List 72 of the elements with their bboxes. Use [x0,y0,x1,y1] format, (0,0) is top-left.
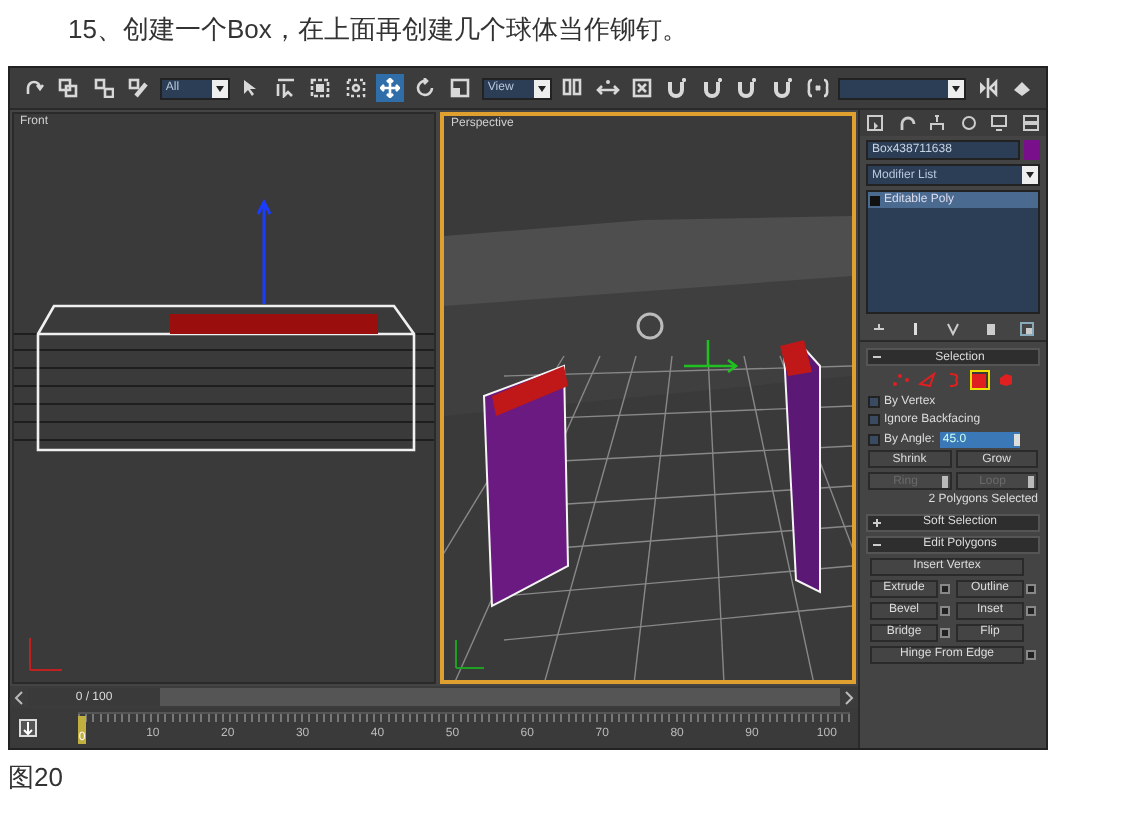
named-selection-dropdown[interactable] [838,77,966,99]
dropdown-arrow-icon [533,79,550,97]
fork-icon[interactable] [945,321,960,335]
plus-icon [872,517,882,527]
settings-button[interactable] [1026,605,1036,615]
toolbar-button[interactable] [307,74,334,102]
move-icon [380,78,401,98]
figure-caption: 图20 [6,764,65,790]
dropdown-arrow-icon [947,79,964,97]
hierarchy-icon[interactable] [928,114,947,132]
element-icon [997,372,1013,388]
scale-icon [450,78,471,98]
square-icon [870,195,880,205]
object-color-swatch[interactable] [1024,140,1040,160]
rectangle-select-icon [310,78,331,98]
magnet-icon [771,78,794,98]
checkbox[interactable] [868,433,880,445]
toolbar-button[interactable] [664,74,691,102]
toolbar-button[interactable] [89,74,117,102]
key-filter-icon[interactable] [18,718,38,738]
next-frame-icon[interactable] [842,689,854,705]
polygon-icon [972,373,986,387]
cursor-icon[interactable] [866,114,885,132]
toolbar-button[interactable] [54,74,82,102]
trash-icon[interactable] [983,321,998,335]
stack-icon[interactable] [1021,114,1040,132]
toolbar-button[interactable] [768,74,796,102]
magnet-icon [666,78,689,98]
border-icon [945,372,961,388]
toolbar-button[interactable] [446,74,474,102]
step-heading: 15、创建一个Box，在上面再创建几个球体当作铆钉。 [66,12,690,48]
link-icon [58,78,79,98]
dropdown-arrow-icon [1022,166,1038,184]
redo-icon [23,78,44,98]
rotate-icon [415,78,436,98]
braces-icon [805,78,830,98]
monitor-icon[interactable] [990,114,1009,132]
checkbox[interactable] [868,414,880,426]
minus-icon [872,539,882,549]
arc-icon[interactable] [897,114,916,132]
settings-button[interactable] [940,583,950,593]
toolbar-button[interactable] [124,74,152,102]
settings-button[interactable] [940,627,950,637]
toolbar-button[interactable] [272,74,300,102]
toolbar-button[interactable] [698,74,726,102]
dropdown-arrow-icon [211,79,228,97]
circle-icon[interactable] [959,114,978,132]
settings-button[interactable] [940,605,950,615]
toolbar-button[interactable] [342,74,369,102]
previous-frame-icon[interactable] [14,689,26,705]
checkbox[interactable] [868,395,880,407]
minus-icon [872,352,882,362]
toolbar-button[interactable] [376,74,404,102]
mirror-icon [977,78,998,98]
settings-button[interactable] [1026,583,1036,593]
vertex-icon [892,372,910,388]
toolbar-button[interactable] [629,74,656,102]
select-list-icon [275,78,296,98]
toolbar-button[interactable] [733,74,761,102]
cursor-icon [242,78,259,98]
toolbar-button[interactable] [411,74,439,102]
align-icon [1012,78,1033,98]
bar-icon[interactable] [908,321,923,335]
pin-icon[interactable] [871,321,886,335]
edge-icon [918,372,936,388]
unlink-icon [93,78,114,98]
crossing-select-icon [345,78,366,98]
magnet-icon [701,78,724,98]
settings-button[interactable] [1026,649,1036,659]
magnet-icon [736,78,759,98]
toolbar-button[interactable] [803,74,831,102]
configure-icon[interactable] [1020,321,1035,335]
